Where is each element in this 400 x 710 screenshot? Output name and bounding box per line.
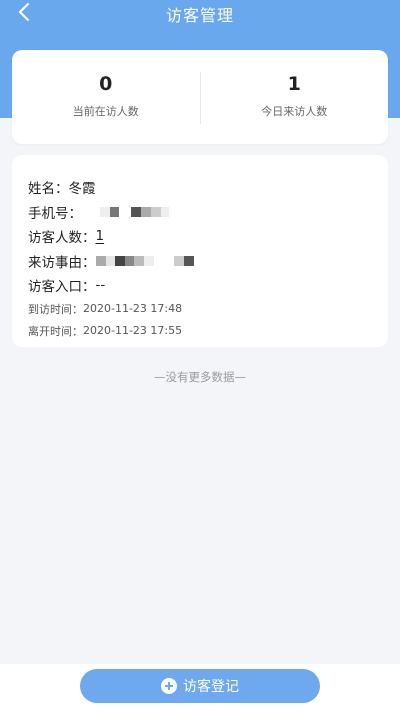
visitor-name-row: 姓名： 冬霞 — [28, 175, 372, 200]
visitor-register-button[interactable]: 访客登记 — [80, 669, 320, 703]
stat-today-visitors: 1 今日来访人数 — [201, 50, 389, 144]
phone-value-redacted — [100, 206, 169, 217]
visitor-entrance-row: 访客入口： -- — [28, 273, 372, 298]
visitor-leave-row: 离开时间： 2020-11-23 17:55 — [28, 320, 372, 342]
entrance-label: 访客入口： — [28, 279, 96, 296]
plus-circle-icon — [161, 678, 177, 694]
stat-label: 当前在访人数 — [72, 105, 139, 118]
visitor-arrive-row: 到访时间： 2020-11-23 17:48 — [28, 298, 372, 320]
visitor-phone-row: 手机号： — [28, 200, 372, 225]
list-end-message: —没有更多数据— — [154, 370, 246, 384]
stat-value: 0 — [99, 73, 113, 95]
stat-label: 今日来访人数 — [261, 105, 328, 118]
leave-value: 2020-11-23 17:55 — [83, 324, 183, 337]
arrive-label: 到访时间： — [28, 302, 83, 316]
stat-current-visitors: 0 当前在访人数 — [12, 50, 200, 144]
arrive-value: 2020-11-23 17:48 — [83, 302, 183, 315]
page-title: 访客管理 — [165, 6, 234, 25]
visitor-record-card[interactable]: 姓名： 冬霞 手机号： 访客人数： 1 来访事由： 访客入口： -- 到访时间：… — [12, 155, 388, 347]
name-label: 姓名： — [28, 181, 69, 198]
register-button-label: 访客登记 — [183, 679, 239, 695]
reason-label: 来访事由： — [28, 254, 96, 271]
entrance-value: -- — [95, 277, 106, 294]
visitor-reason-row: 来访事由： — [28, 249, 372, 274]
count-value: 1 — [95, 228, 105, 245]
phone-label: 手机号： — [28, 205, 82, 222]
stats-card: 0 当前在访人数 1 今日来访人数 — [12, 50, 388, 144]
count-label: 访客人数： — [28, 230, 96, 247]
stat-value: 1 — [287, 73, 301, 95]
nav-bar: 访客管理 — [0, 0, 400, 26]
reason-value-redacted — [95, 255, 194, 266]
visitor-count-row: 访客人数： 1 — [28, 224, 372, 249]
name-value: 冬霞 — [68, 181, 96, 198]
leave-label: 离开时间： — [28, 324, 83, 338]
